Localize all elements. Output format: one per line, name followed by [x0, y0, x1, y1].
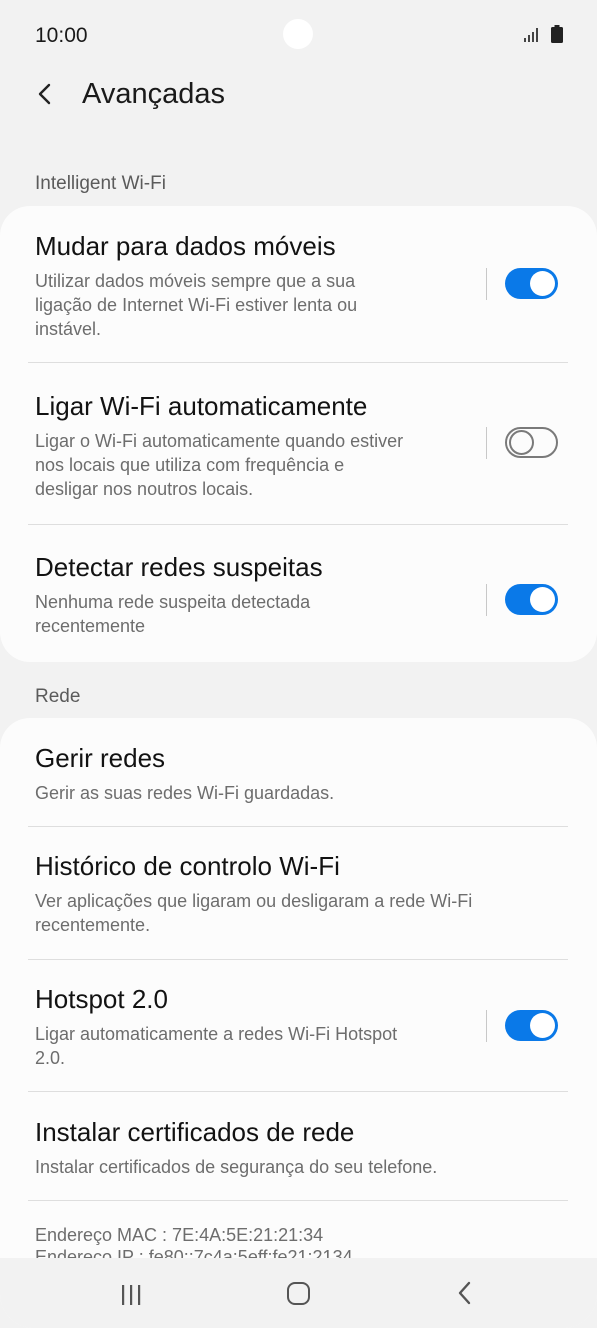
toggle-separator	[486, 268, 487, 300]
row-title: Mudar para dados móveis	[35, 231, 336, 261]
nav-back-icon[interactable]	[456, 1281, 474, 1305]
subtitle-line: Instalar certificados de segurança do se…	[35, 1157, 438, 1177]
row-title: Instalar certificados de rede	[35, 1117, 355, 1147]
toggle-mudar-dados-moveis[interactable]	[505, 268, 558, 299]
row-title: Ligar Wi-Fi automaticamente	[35, 391, 368, 421]
section-label-rede: Rede	[35, 686, 81, 707]
row-subtitle: Ver aplicações que ligaram ou desligaram…	[35, 889, 472, 937]
row-title: Histórico de controlo Wi-Fi	[35, 851, 340, 881]
device-screen: 10:00 Avançadas Intelligent Wi-Fi Mudar …	[0, 0, 597, 1328]
row-ligar-wifi-automaticamente[interactable]: Ligar Wi-Fi automaticamente Ligar o Wi-F…	[0, 363, 597, 524]
toggle-knob	[530, 1013, 555, 1038]
row-title: Hotspot 2.0	[35, 984, 168, 1014]
toggle-hotspot-2-0[interactable]	[505, 1010, 558, 1041]
intelligent-wifi-card: Mudar para dados móveis Utilizar dados m…	[0, 206, 597, 662]
toggle-knob	[509, 430, 534, 455]
subtitle-line: ligação de Internet Wi-Fi estiver lenta …	[35, 295, 358, 315]
subtitle-line: Gerir as suas redes Wi-Fi guardadas.	[35, 783, 335, 803]
section-label-intelligent-wifi: Intelligent Wi-Fi	[35, 173, 166, 194]
toggle-detectar-redes-suspeitas[interactable]	[505, 584, 558, 615]
toggle-knob	[530, 587, 555, 612]
status-time: 10:00	[35, 24, 88, 47]
toggle-separator	[486, 1010, 487, 1042]
row-subtitle: Nenhuma rede suspeita detectada recentem…	[35, 590, 310, 638]
home-icon[interactable]	[287, 1282, 310, 1305]
back-arrow-icon[interactable]	[32, 81, 58, 107]
page-title: Avançadas	[82, 78, 225, 110]
subtitle-line: Utilizar dados móveis sempre que a sua	[35, 271, 356, 291]
row-subtitle: Instalar certificados de segurança do se…	[35, 1155, 437, 1179]
toggle-knob	[530, 271, 555, 296]
row-subtitle: Ligar automaticamente a redes Wi-Fi Hots…	[35, 1022, 397, 1070]
toggle-separator	[486, 427, 487, 459]
subtitle-line: Nenhuma rede suspeita detectada	[35, 592, 311, 612]
signal-icon	[524, 28, 538, 42]
subtitle-line: nos locais que utiliza com frequência e	[35, 455, 345, 475]
mac-address: Endereço MAC : 7E:4A:5E:21:21:34	[35, 1225, 324, 1245]
row-mudar-dados-moveis[interactable]: Mudar para dados móveis Utilizar dados m…	[0, 206, 597, 362]
subtitle-line: desligar nos noutros locais.	[35, 479, 254, 499]
row-historico-controlo-wifi[interactable]: Histórico de controlo Wi-Fi Ver aplicaçõ…	[0, 827, 597, 959]
battery-icon	[551, 25, 563, 43]
toggle-ligar-wifi-automaticamente[interactable]	[505, 427, 558, 458]
divider	[28, 1200, 568, 1201]
camera-cutout	[283, 19, 313, 49]
subtitle-line: recentemente.	[35, 915, 151, 935]
subtitle-line: Ligar automaticamente a redes Wi-Fi Hots…	[35, 1024, 398, 1044]
row-subtitle: Utilizar dados móveis sempre que a sua l…	[35, 269, 357, 341]
subtitle-line: instável.	[35, 319, 102, 339]
navigation-bar	[0, 1258, 597, 1328]
subtitle-line: Ligar o Wi-Fi automaticamente quando est…	[35, 431, 404, 451]
row-detectar-redes-suspeitas[interactable]: Detectar redes suspeitas Nenhuma rede su…	[0, 525, 597, 662]
subtitle-line: 2.0.	[35, 1048, 66, 1068]
subtitle-line: Ver aplicações que ligaram ou desligaram…	[35, 891, 473, 911]
network-card: Gerir redes Gerir as suas redes Wi-Fi gu…	[0, 718, 597, 1328]
toggle-separator	[486, 584, 487, 616]
status-bar: 10:00	[0, 0, 597, 70]
row-subtitle: Ligar o Wi-Fi automaticamente quando est…	[35, 429, 403, 501]
subtitle-line: recentemente	[35, 616, 146, 636]
row-instalar-certificados[interactable]: Instalar certificados de rede Instalar c…	[0, 1092, 597, 1200]
row-hotspot-2-0[interactable]: Hotspot 2.0 Ligar automaticamente a rede…	[0, 960, 597, 1091]
row-title: Gerir redes	[35, 743, 166, 773]
row-gerir-redes[interactable]: Gerir redes Gerir as suas redes Wi-Fi gu…	[0, 718, 597, 826]
recents-icon[interactable]	[120, 1284, 142, 1306]
app-header: Avançadas	[0, 70, 597, 120]
row-title: Detectar redes suspeitas	[35, 552, 323, 582]
row-subtitle: Gerir as suas redes Wi-Fi guardadas.	[35, 781, 334, 805]
